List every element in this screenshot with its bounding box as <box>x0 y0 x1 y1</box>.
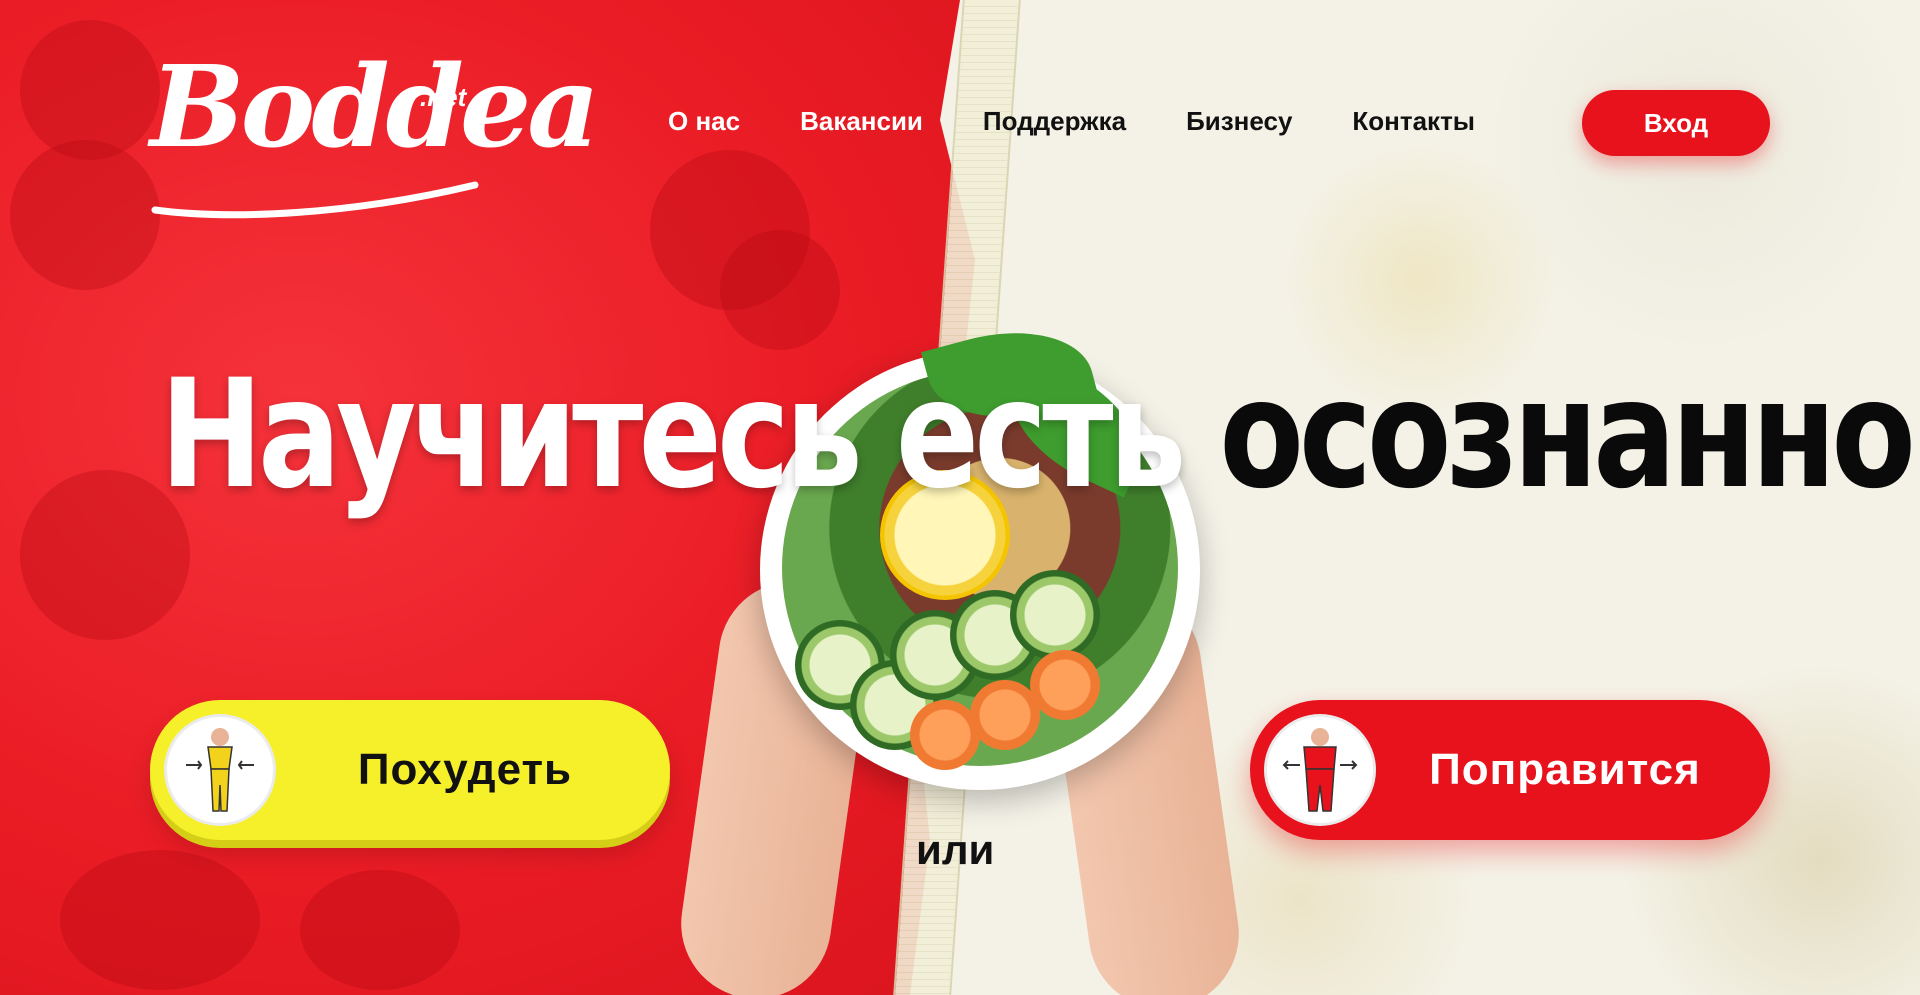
logo-domain-suffix: .net <box>420 82 467 112</box>
lose-weight-label: Похудеть <box>357 745 573 794</box>
nav-item-support[interactable]: Поддержка <box>983 106 1126 137</box>
logo-swoosh-icon <box>151 181 479 219</box>
main-nav: О нас Вакансии Поддержка Бизнесу Контакт… <box>668 106 1535 137</box>
fuller-figure-icon <box>1264 714 1376 826</box>
nav-item-contacts[interactable]: Контакты <box>1352 106 1475 137</box>
logo-wordmark: Boddea <box>150 42 600 173</box>
nav-item-business[interactable]: Бизнесу <box>1186 106 1292 137</box>
lose-weight-button[interactable]: Похудеть <box>150 700 670 840</box>
slim-figure-icon <box>164 714 276 826</box>
nav-item-vacancies[interactable]: Вакансии <box>800 106 923 137</box>
hero-headline: Научитесь есть осознанно <box>160 360 1916 510</box>
or-separator: или <box>916 826 995 873</box>
logo[interactable]: Boddea .net <box>150 52 600 222</box>
hero-headline-light: Научитесь есть <box>160 348 1186 522</box>
login-button[interactable]: Вход <box>1582 90 1770 156</box>
nav-item-about[interactable]: О нас <box>668 106 740 137</box>
gain-weight-label: Поправится <box>1429 745 1701 794</box>
gain-weight-button[interactable]: Поправится <box>1250 700 1770 840</box>
hero-headline-dark: осознанно <box>1219 348 1915 522</box>
